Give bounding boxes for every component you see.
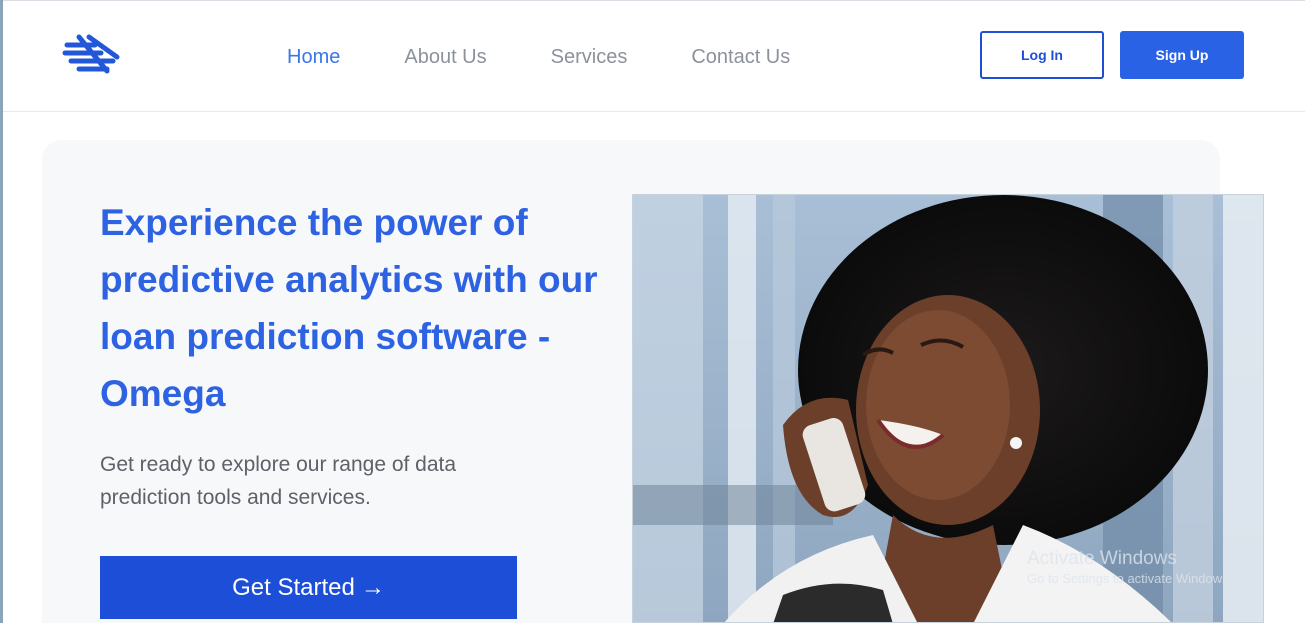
brand-logo-icon[interactable] — [61, 31, 121, 79]
windows-activation-watermark: Activate Windows Go to Settings to activ… — [1027, 548, 1232, 588]
watermark-line-1: Activate Windows — [1027, 548, 1177, 569]
site-header: Home About Us Services Contact Us Log In… — [3, 1, 1305, 112]
get-started-label: Get Started — [232, 573, 355, 601]
watermark-line-2: Go to Settings to activate Windows. — [1027, 571, 1233, 586]
login-button[interactable]: Log In — [980, 31, 1104, 79]
arrow-right-icon: → — [360, 573, 385, 601]
get-started-button[interactable]: Get Started → — [100, 556, 517, 619]
nav-item-about-us[interactable]: About Us — [404, 44, 486, 70]
hero-title: Experience the power of predictive analy… — [100, 202, 598, 414]
main-nav: Home About Us Services Contact Us — [287, 44, 854, 70]
nav-item-services[interactable]: Services — [551, 44, 628, 70]
signup-button[interactable]: Sign Up — [1120, 31, 1244, 79]
nav-item-contact-us[interactable]: Contact Us — [691, 44, 790, 70]
hero-subtitle: Get ready to explore our range of data p… — [100, 453, 457, 509]
nav-item-home[interactable]: Home — [287, 44, 340, 70]
